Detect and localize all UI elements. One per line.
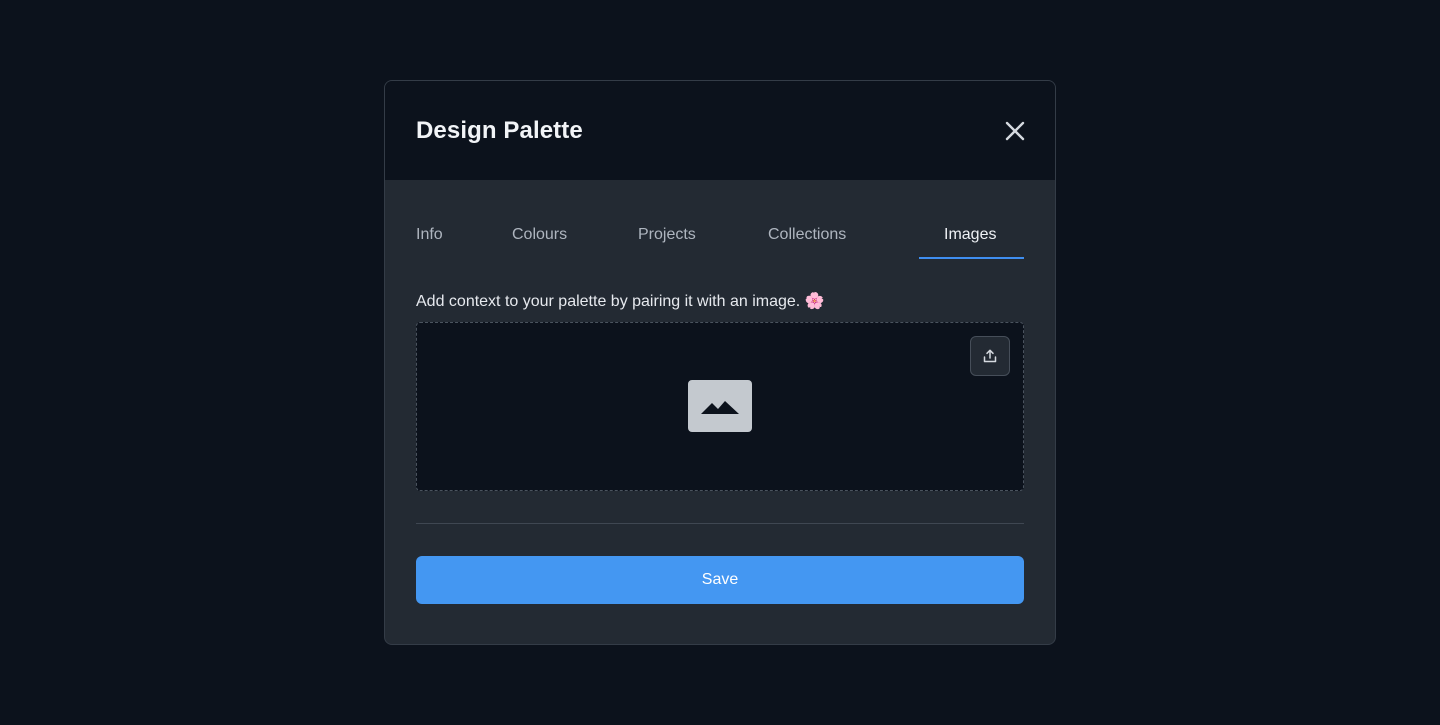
tab-collections[interactable]: Collections xyxy=(768,226,846,244)
modal-body: Info Colours Projects Collections Images… xyxy=(385,180,1055,604)
image-dropzone[interactable] xyxy=(416,322,1024,491)
close-button[interactable] xyxy=(999,115,1031,147)
image-placeholder xyxy=(688,380,752,432)
tab-bar: Info Colours Projects Collections Images xyxy=(416,180,1024,260)
tab-info[interactable]: Info xyxy=(416,226,443,244)
footer-divider xyxy=(416,523,1024,524)
modal-title: Design Palette xyxy=(416,116,583,144)
tab-projects[interactable]: Projects xyxy=(638,226,696,244)
tab-colours[interactable]: Colours xyxy=(512,226,567,244)
images-description: Add context to your palette by pairing i… xyxy=(416,293,825,310)
close-icon xyxy=(1005,121,1025,140)
design-palette-modal: Design Palette Info Colours Projects Col… xyxy=(384,80,1056,645)
image-icon xyxy=(701,401,739,414)
active-tab-indicator xyxy=(919,257,1024,259)
tab-images[interactable]: Images xyxy=(944,226,996,244)
upload-button[interactable] xyxy=(970,336,1010,376)
upload-icon xyxy=(983,349,997,363)
modal-header: Design Palette xyxy=(385,81,1055,180)
save-button[interactable]: Save xyxy=(416,556,1024,604)
